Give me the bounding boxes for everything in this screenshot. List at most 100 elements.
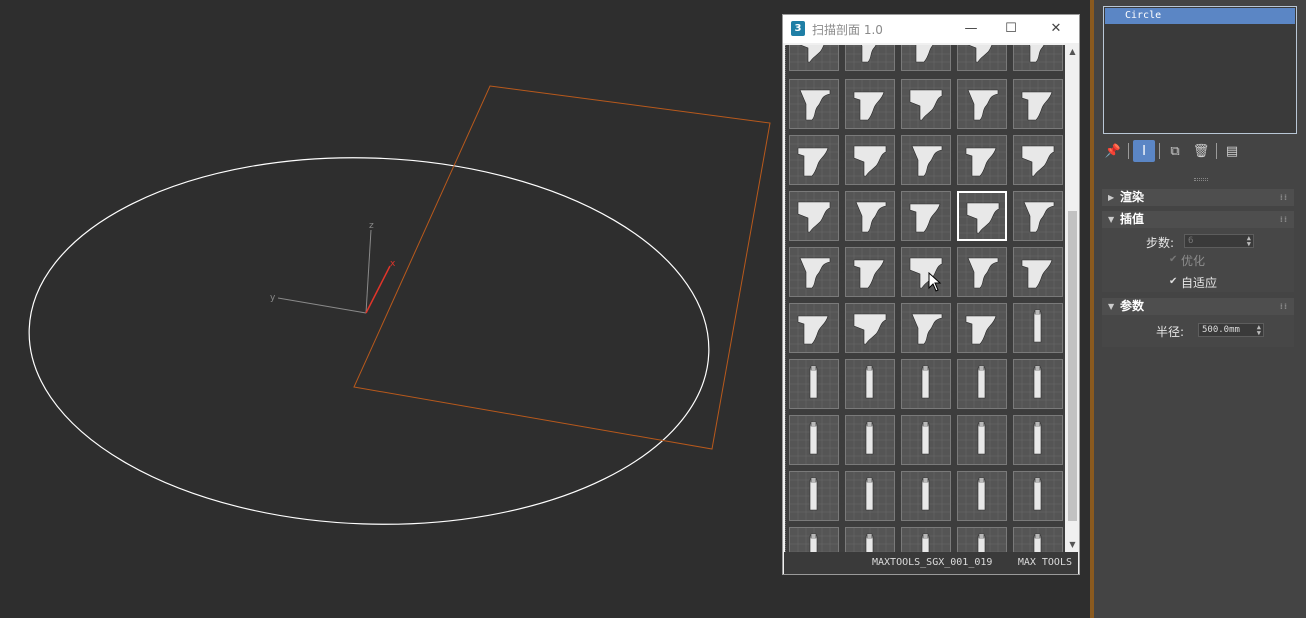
rollout-parameters-header[interactable]: ▼ 参数 ⁞⁞ [1102,298,1294,315]
minimize-button[interactable]: — [958,19,984,39]
modifier-stack-list[interactable]: Circle [1103,6,1297,134]
profile-thumbnail[interactable] [957,45,1007,71]
profile-thumbnail[interactable] [1013,79,1063,129]
profile-thumbnail[interactable] [1013,247,1063,297]
profile-preview-icon [846,360,894,408]
profile-preview-icon [1014,45,1062,70]
brand-label: MAX TOOLS [1017,557,1072,568]
profile-thumbnail[interactable] [1013,471,1063,521]
rollout-interpolation-header[interactable]: ▼ 插值 ⁞⁞ [1102,211,1294,228]
profile-thumbnail[interactable] [901,191,951,241]
toolbar-separator [1216,143,1217,159]
profile-preview-icon [790,472,838,520]
profile-preview-icon [902,360,950,408]
profile-preview-icon [902,80,950,128]
profile-thumbnail[interactable] [957,471,1007,521]
profile-thumbnail[interactable] [957,527,1007,552]
profile-thumbnail[interactable] [901,471,951,521]
profile-preview-icon [902,45,950,70]
profile-thumbnail[interactable] [789,79,839,129]
profile-thumbnail[interactable] [845,79,895,129]
profile-thumbnail[interactable] [957,135,1007,185]
radius-spinner[interactable]: 500.0mm ▲ ▼ [1198,323,1264,337]
profile-thumbnail[interactable] [901,79,951,129]
profile-sweep-window[interactable]: 3 扫描剖面 1.0 — ☐ ✕ ▲ ▼ MAXTOOLS_SGX_001_01… [782,14,1080,575]
profile-thumbnail[interactable] [1013,45,1063,71]
rollout-render-header[interactable]: ▶ 渲染 ⁞⁞ [1102,189,1294,206]
profile-preview-icon [959,193,1005,239]
profile-thumbnail[interactable] [901,45,951,71]
profile-thumbnail[interactable] [901,359,951,409]
profile-thumbnail[interactable] [957,79,1007,129]
profile-thumbnail[interactable] [789,303,839,353]
profile-thumbnail[interactable] [789,135,839,185]
vertical-scrollbar[interactable]: ▲ ▼ [1066,45,1079,552]
steps-spinner[interactable]: 6 ▲ ▼ [1184,234,1254,248]
profile-thumbnail[interactable] [1013,191,1063,241]
profile-thumbnail[interactable] [901,303,951,353]
profile-thumbnail[interactable] [957,247,1007,297]
circle-spline[interactable] [23,146,715,536]
profile-thumbnail[interactable] [789,247,839,297]
modifier-stack-item[interactable]: Circle [1105,8,1295,24]
profile-thumbnail[interactable] [845,303,895,353]
profile-thumbnail[interactable] [901,135,951,185]
profile-thumbnail[interactable] [845,527,895,552]
command-panel[interactable]: Circle 📌 I ⧉ 🗑 ▤ ▶ 渲染 ⁞⁞ ▼ 插值 ⁞⁞ 步数: 6 ▲… [1094,0,1306,618]
optimize-checkbox[interactable]: ✔ [1169,255,1179,265]
profile-thumbnail[interactable] [901,247,951,297]
profile-thumbnail[interactable] [845,471,895,521]
profile-thumbnail[interactable] [789,359,839,409]
profile-thumbnail-grid[interactable] [785,45,1065,552]
spinner-arrows-icon[interactable]: ▲ ▼ [1257,324,1261,337]
profile-preview-icon [846,45,894,70]
scrollbar-thumb[interactable] [1068,211,1077,521]
window-title: 扫描剖面 1.0 [812,23,883,37]
profile-thumbnail[interactable] [845,135,895,185]
profile-thumbnail[interactable] [901,415,951,465]
profile-thumbnail[interactable] [1013,359,1063,409]
profile-thumbnail[interactable] [845,191,895,241]
scroll-up-arrow-icon[interactable]: ▲ [1066,45,1079,59]
profile-thumbnail[interactable] [845,359,895,409]
profile-thumbnail[interactable] [957,303,1007,353]
profile-thumbnail[interactable] [789,191,839,241]
mouse-cursor-icon [928,272,942,292]
adaptive-checkbox[interactable]: ✔ [1169,277,1179,287]
panel-resize-grip[interactable] [1194,178,1208,181]
spinner-arrows-icon[interactable]: ▲ ▼ [1247,235,1251,248]
profile-thumbnail[interactable] [845,45,895,71]
profile-thumbnail[interactable] [789,45,839,71]
profile-thumbnail[interactable] [957,359,1007,409]
profile-thumbnail[interactable] [845,247,895,297]
profile-preview-icon [958,248,1006,296]
profile-thumbnail[interactable] [957,415,1007,465]
profile-preview-icon [1014,360,1062,408]
profile-preview-icon [1014,416,1062,464]
profile-thumbnail[interactable] [957,191,1007,241]
profile-thumbnail[interactable] [901,527,951,552]
profile-thumbnail[interactable] [789,415,839,465]
remove-modifier-icon[interactable]: 🗑 [1190,140,1212,162]
plane-object[interactable] [353,85,771,450]
show-end-result-icon[interactable]: I [1133,140,1155,162]
transform-gizmo[interactable] [277,229,391,314]
profile-thumbnail[interactable] [1013,527,1063,552]
profile-preview-icon [958,528,1006,552]
window-titlebar[interactable]: 3 扫描剖面 1.0 — ☐ ✕ [783,15,1079,43]
profile-thumbnail[interactable] [1013,415,1063,465]
profile-preview-icon [902,472,950,520]
profile-preview-icon [958,45,1006,70]
pin-stack-icon[interactable]: 📌 [1102,140,1124,162]
profile-thumbnail[interactable] [1013,135,1063,185]
profile-thumbnail[interactable] [1013,303,1063,353]
make-unique-icon[interactable]: ⧉ [1164,140,1186,162]
profile-thumbnail[interactable] [789,471,839,521]
maximize-button[interactable]: ☐ [998,19,1024,39]
expand-arrow-icon: ▼ [1108,302,1115,311]
close-button[interactable]: ✕ [1043,19,1069,39]
profile-thumbnail[interactable] [789,527,839,552]
profile-thumbnail[interactable] [845,415,895,465]
configure-modifier-sets-icon[interactable]: ▤ [1221,140,1243,162]
scroll-down-arrow-icon[interactable]: ▼ [1066,538,1079,552]
